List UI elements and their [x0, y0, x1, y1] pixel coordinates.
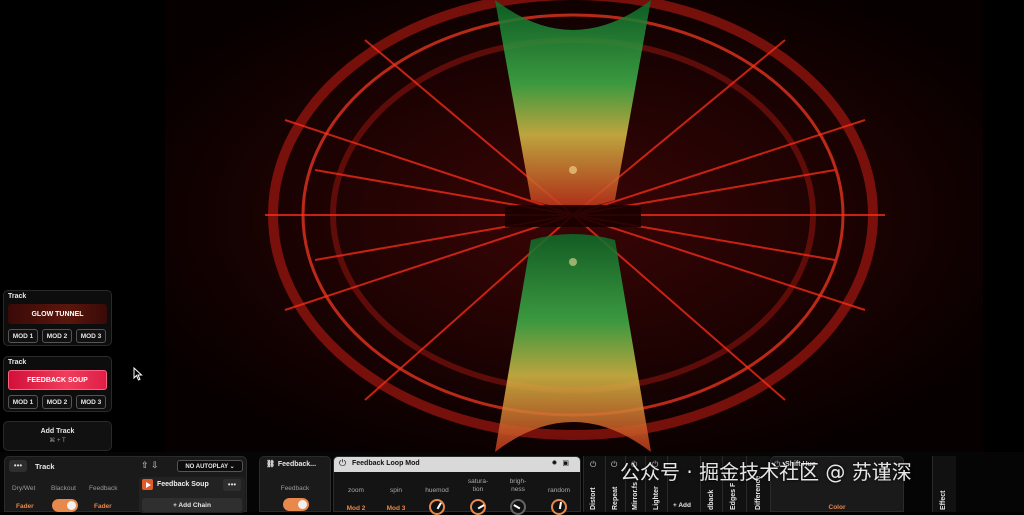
- param-zoom-value[interactable]: Mod 2: [336, 505, 376, 512]
- param-spin-value[interactable]: Mod 3: [376, 505, 416, 512]
- track-label: Track: [8, 359, 27, 366]
- saturation-knob[interactable]: [470, 499, 486, 515]
- track-panel: ••• Track ⇧ ⇩ NO AUTOPLAY ⌄ Dry/Wet Blac…: [4, 456, 247, 513]
- chain-name: Feedback Soup: [157, 481, 209, 488]
- autoplay-dropdown[interactable]: NO AUTOPLAY ⌄: [177, 460, 243, 472]
- track-order-arrows[interactable]: ⇧ ⇩: [141, 460, 159, 471]
- param-brightness-label: brigh- ness: [509, 478, 527, 493]
- feedback-panel-label: Feedback: [280, 485, 310, 492]
- add-track-shortcut: ⌘ + T: [49, 438, 66, 444]
- param-zoom-label: zoom: [348, 487, 364, 494]
- settings-lock-icons[interactable]: ✹▣: [552, 459, 574, 467]
- feedback-fader[interactable]: Fader: [94, 503, 112, 510]
- kaleidoscope-visual: [165, 0, 983, 452]
- add-track-button[interactable]: Add Track ⌘ + T: [3, 421, 112, 451]
- chain-item[interactable]: Feedback Soup: [142, 479, 209, 490]
- param-huemod-label: huemod: [425, 487, 449, 494]
- effect-label: dback: [708, 489, 715, 510]
- brightness-knob[interactable]: [510, 499, 526, 515]
- watermark-text: 公众号 · 掘金技术社区 @ 苏谨深: [620, 460, 912, 484]
- dry-wet-label: Dry/Wet: [12, 485, 36, 492]
- track-name-button[interactable]: FEEDBACK SOUP: [8, 370, 107, 390]
- color-panel-label: Color: [828, 504, 846, 511]
- effect-label: Distort: [590, 487, 597, 510]
- mouse-cursor-icon: [133, 367, 143, 381]
- chain-box: Feedback Soup ••• + Add Chain: [139, 477, 245, 513]
- mod-1-button[interactable]: MOD 1: [8, 329, 38, 343]
- random-knob[interactable]: [551, 499, 567, 515]
- effect-label: Mirror.fs: [632, 481, 639, 510]
- track-card-glow-tunnel[interactable]: Track GLOW TUNNEL MOD 1 MOD 2 MOD 3: [3, 290, 112, 346]
- track-label: Track: [8, 293, 27, 300]
- power-icon[interactable]: ⏻: [339, 458, 346, 469]
- mod-3-button[interactable]: MOD 3: [76, 395, 106, 409]
- blackout-toggle[interactable]: [52, 499, 78, 512]
- dry-wet-fader[interactable]: Fader: [16, 503, 34, 510]
- track-menu-button[interactable]: •••: [9, 460, 27, 472]
- param-spin-label: spin: [390, 487, 402, 494]
- track-card-feedback-soup[interactable]: Track FEEDBACK SOUP MOD 1 MOD 2 MOD 3: [3, 356, 112, 412]
- effect-strip-distort[interactable]: ⏻ Distort: [583, 456, 605, 512]
- mod-3-button[interactable]: MOD 3: [76, 329, 106, 343]
- mod-2-button[interactable]: MOD 2: [42, 395, 72, 409]
- feedback-label: Feedback: [89, 485, 118, 492]
- track-name-button[interactable]: GLOW TUNNEL: [8, 304, 107, 324]
- effect-label: Repeat: [612, 486, 619, 510]
- play-icon: [142, 479, 153, 490]
- chain-menu-button[interactable]: •••: [223, 479, 241, 491]
- add-chain-button[interactable]: + Add Chain: [142, 498, 242, 512]
- feedback-toggle[interactable]: [283, 498, 309, 511]
- huemod-knob[interactable]: [429, 499, 445, 515]
- param-random-label: random: [547, 487, 571, 494]
- mod-2-button[interactable]: MOD 2: [42, 329, 72, 343]
- feedback-panel: ⛓ Feedback... Feedback: [259, 456, 331, 512]
- add-track-label: Add Track: [40, 428, 75, 435]
- effect-strip-right[interactable]: Effect: [932, 456, 956, 512]
- video-preview: [165, 0, 983, 452]
- blackout-label: Blackout: [51, 485, 76, 492]
- param-saturation-label: satura- tion: [467, 478, 489, 493]
- link-icon: ⛓: [266, 461, 275, 468]
- add-effect-button[interactable]: + Add: [673, 502, 691, 509]
- effect-label: Effect: [940, 490, 947, 510]
- effect-label: Lighter: [653, 486, 660, 510]
- feedback-loop-mod-panel: ⏻ Feedback Loop Mod ✹▣ zoom Mod 2 spin M…: [333, 456, 581, 515]
- power-icon[interactable]: ⏻: [611, 460, 617, 470]
- effect-label: Edges F: [730, 482, 737, 510]
- mod-1-button[interactable]: MOD 1: [8, 395, 38, 409]
- loop-mod-header: ⏻ Feedback Loop Mod ✹▣: [334, 457, 580, 472]
- track-panel-title: Track: [35, 462, 55, 471]
- loop-mod-title: Feedback Loop Mod: [352, 460, 420, 467]
- power-icon[interactable]: ⏻: [590, 460, 596, 470]
- feedback-panel-title: Feedback...: [277, 460, 317, 468]
